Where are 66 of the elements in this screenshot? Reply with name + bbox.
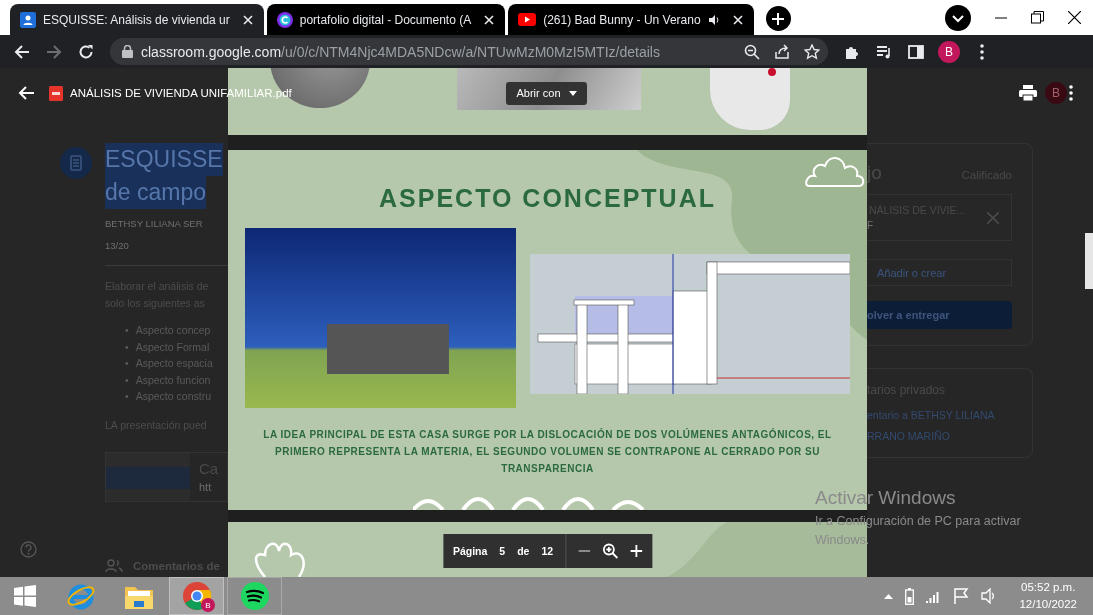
attachment-link: htt (199, 481, 213, 493)
browser-tab[interactable]: portafolio digital - Documento (A (266, 4, 506, 35)
slide-caption: LA IDEA PRINCIPAL DE ESTA CASA SURGE POR LA DISLOCACIÓN DE DOS VOLÚMENES ANTAGÓNICOS, EL PRIMERO REPRESENTA LA MATERIA, EL SEGUNDO VOLUMEN SE CONTRAPONE AL CERRADO POR SU TRANSPARENCIA (262, 427, 833, 476)
page-number: 5 (499, 545, 506, 557)
taskbar-app[interactable]: B (169, 577, 224, 615)
zoom-out-icon[interactable] (744, 43, 760, 60)
share-icon[interactable] (774, 43, 790, 60)
page-label: de (517, 545, 530, 557)
open-with-button[interactable]: Abrir con (506, 81, 587, 105)
youtube-icon (518, 13, 537, 26)
star-icon[interactable] (804, 43, 820, 60)
side-panel-icon (908, 43, 924, 60)
page-label: Página (452, 545, 488, 557)
new-tab-button[interactable] (765, 6, 791, 31)
more-icon[interactable] (1069, 85, 1073, 101)
profile-badge: B (201, 598, 215, 612)
playlist-icon (876, 43, 892, 60)
arrow-right-icon (46, 43, 62, 60)
back-arrow-icon[interactable] (18, 85, 35, 101)
caret-icon (568, 90, 577, 96)
battery-icon[interactable] (905, 587, 915, 605)
plus-icon[interactable] (630, 545, 643, 557)
page-total: 12 (541, 545, 554, 557)
taskbar-app[interactable] (227, 577, 282, 615)
plus-icon (772, 12, 785, 25)
slide-title: ASPECTO CONCEPTUAL (379, 184, 716, 213)
clock[interactable]: 05:52 p.m. 12/10/2022 (1019, 579, 1077, 613)
file-type: F (867, 220, 875, 231)
location-dot-icon (768, 68, 776, 76)
menu-icon (980, 43, 984, 60)
windows-logo-icon (14, 585, 36, 607)
assignment-title: de campo (105, 176, 206, 209)
dropdown-icon[interactable] (945, 4, 971, 31)
scrollbar-thumb[interactable] (1085, 233, 1093, 289)
close-icon[interactable] (730, 12, 745, 27)
arrow-left-icon (14, 43, 30, 60)
maximize-icon[interactable] (1031, 11, 1044, 24)
url-text: classroom.google.com/u/0/c/NTM4Njc4MDA5NDcw/a/NTUwMzM0MzI5MTIz/details (141, 43, 661, 60)
assignment-icon (60, 147, 92, 179)
bullet-mark: • (125, 389, 129, 404)
canva-icon (276, 11, 293, 28)
bullet-mark: • (125, 339, 129, 355)
people-icon (105, 559, 123, 573)
speaker-icon (707, 13, 720, 26)
reload-icon (78, 43, 94, 60)
close-icon[interactable] (1068, 11, 1081, 24)
browser-tab[interactable]: ESQUISSE: Análisis de vivienda ur (10, 4, 264, 35)
caret-up-icon[interactable] (884, 593, 894, 599)
profile-avatar[interactable]: B (938, 40, 960, 63)
chrome-icon (181, 581, 212, 611)
bullet-mark: • (125, 356, 129, 371)
bullet-mark: • (125, 372, 129, 388)
print-icon[interactable] (1019, 85, 1037, 101)
close-icon[interactable] (482, 12, 497, 27)
classroom-icon (20, 11, 36, 28)
browser-tab[interactable]: (261) Bad Bunny - Un Verano (508, 4, 754, 35)
bullet-mark: • (125, 323, 129, 338)
zoom-in-icon[interactable] (602, 543, 619, 559)
address-bar[interactable]: classroom.google.com/u/0/c/NTM4Njc4MDA5NDcw/a/NTUwMzM0MzI5MTIz/details (110, 38, 828, 65)
spotify-icon (239, 581, 270, 611)
score-text: 13/20 (105, 240, 130, 251)
close-icon[interactable] (240, 12, 255, 27)
lock-icon (122, 45, 133, 58)
author-text: BETHSY LILIANA SER (105, 218, 204, 229)
flag-icon[interactable] (953, 588, 970, 604)
assignment-title: ESQUISSE (105, 143, 223, 176)
